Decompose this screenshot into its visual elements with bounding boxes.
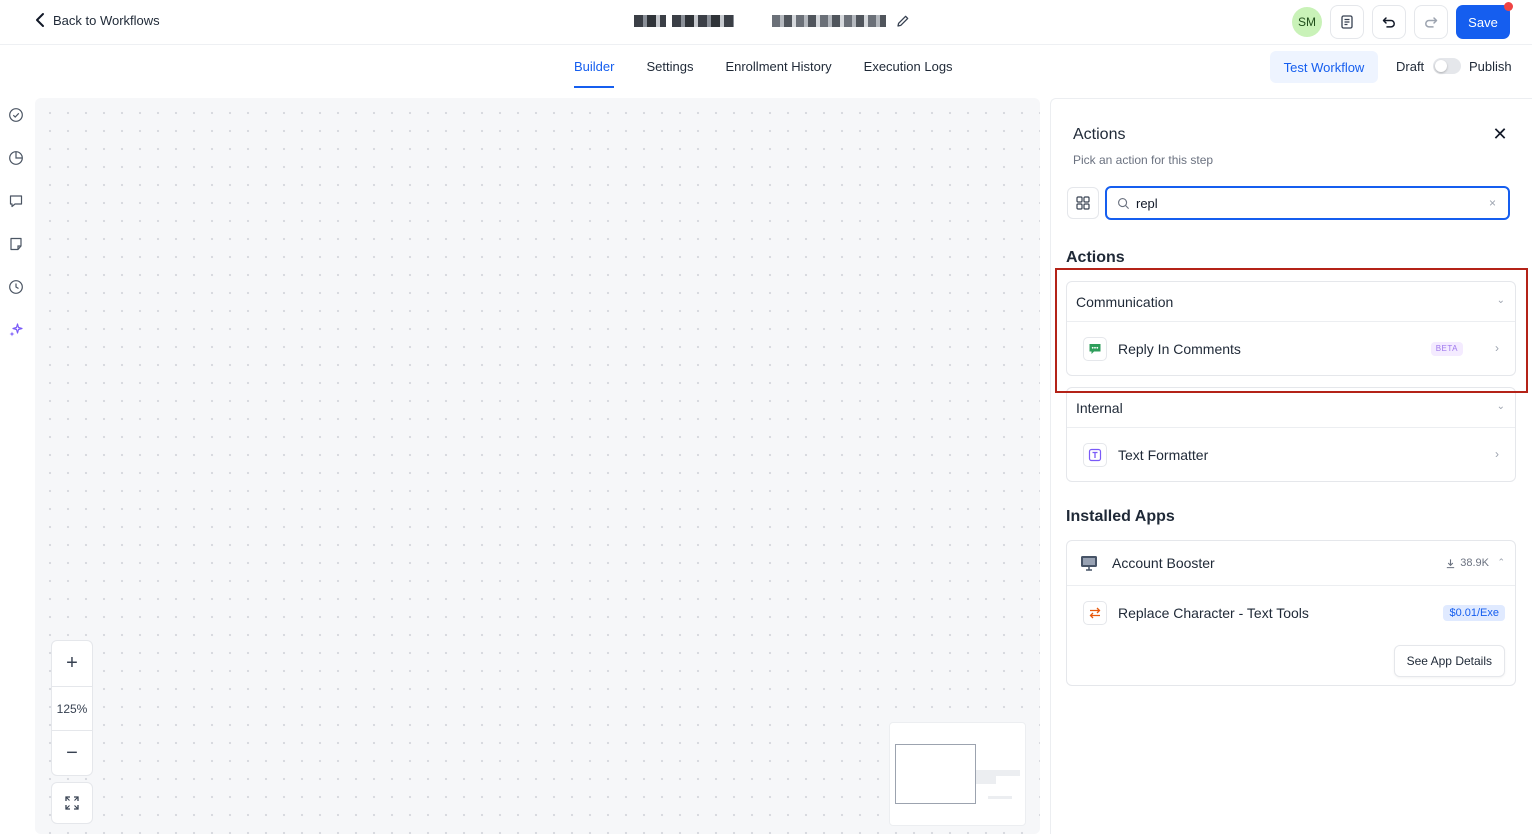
save-label: Save [1468, 14, 1498, 30]
action-item-text-formatter[interactable]: Text Formatter › [1067, 428, 1515, 481]
expand-icon [65, 796, 79, 810]
group-internal: Internal ⌄ Text Formatter › [1066, 387, 1516, 482]
zoom-out-button[interactable]: − [52, 731, 92, 776]
save-button[interactable]: Save [1456, 2, 1513, 39]
app-action-replace-character[interactable]: Replace Character - Text Tools $0.01/Exe [1067, 586, 1515, 639]
tab-builder[interactable]: Builder [574, 45, 615, 88]
minimap[interactable] [889, 722, 1026, 826]
app-name: Account Booster [1112, 555, 1215, 571]
draft-label: Draft [1396, 59, 1425, 74]
undo-icon [1382, 17, 1395, 28]
zoom-controls: + 125% − [51, 640, 93, 776]
comment-app-icon [1083, 336, 1107, 361]
workflow-name[interactable] [634, 14, 910, 28]
top-right-actions: SM Save [1292, 2, 1513, 39]
test-workflow-button[interactable]: Test Workflow [1270, 51, 1378, 83]
comment-icon [9, 195, 23, 208]
tabs-row: Builder Settings Enrollment History Exec… [0, 45, 1532, 90]
monitor-app-icon [1076, 550, 1102, 576]
group-name: Communication [1076, 293, 1174, 310]
price-badge: $0.01/Exe [1443, 605, 1505, 621]
redacted-text [634, 15, 666, 27]
back-to-workflows-link[interactable]: Back to Workflows [33, 12, 160, 28]
app-header[interactable]: Account Booster 38.9K ⌃ [1067, 541, 1515, 586]
redo-button[interactable] [1414, 5, 1448, 39]
minimap-viewport[interactable] [895, 744, 976, 804]
installed-apps-heading: Installed Apps [1066, 508, 1175, 525]
left-rail [0, 90, 33, 834]
chevron-right-icon: › [1495, 341, 1499, 355]
document-icon [1341, 15, 1353, 29]
action-item-reply-in-comments[interactable]: Reply In Comments BETA › [1067, 322, 1515, 375]
pencil-icon[interactable] [896, 14, 910, 28]
check-circle-icon [9, 108, 23, 122]
chevron-down-icon: ⌄ [1496, 401, 1505, 412]
action-label: Text Formatter [1118, 446, 1209, 463]
publish-label: Publish [1469, 59, 1512, 74]
panel-subtitle: Pick an action for this step [1073, 153, 1214, 167]
action-label: Reply In Comments [1118, 340, 1241, 357]
download-count: 38.9K [1445, 557, 1489, 569]
tab-enrollment-history[interactable]: Enrollment History [725, 45, 831, 88]
rail-stats-button[interactable] [7, 149, 25, 167]
fit-view-button[interactable] [51, 782, 93, 824]
download-count-value: 38.9K [1460, 557, 1489, 569]
installed-app-account-booster: Account Booster 38.9K ⌃ Replace Characte… [1066, 540, 1516, 686]
swap-icon [1083, 600, 1107, 625]
redacted-text [672, 15, 734, 27]
back-label: Back to Workflows [53, 12, 160, 28]
unsaved-indicator [1504, 2, 1513, 11]
publish-toggle[interactable] [1433, 58, 1461, 74]
action-search: × [1105, 186, 1510, 220]
rail-notes-button[interactable] [7, 235, 25, 253]
grid-icon [1076, 196, 1090, 210]
group-name: Internal [1076, 399, 1123, 416]
minimap-node [988, 796, 1012, 799]
minimap-node [976, 776, 996, 784]
chevron-left-icon [36, 13, 44, 27]
grid-view-button[interactable] [1067, 187, 1099, 219]
top-bar: Back to Workflows SM Save [0, 0, 1532, 45]
beta-badge: BETA [1430, 342, 1463, 356]
note-icon [10, 237, 22, 251]
panel-title: Actions [1073, 126, 1126, 143]
avatar[interactable]: SM [1292, 7, 1322, 37]
rail-ai-button[interactable] [7, 321, 25, 339]
clear-search-icon[interactable]: × [1489, 196, 1496, 210]
download-icon [1447, 558, 1455, 568]
redacted-text [772, 15, 886, 27]
history-icon [9, 280, 23, 294]
tab-execution-logs[interactable]: Execution Logs [864, 45, 953, 88]
see-app-details-button[interactable]: See App Details [1393, 645, 1505, 677]
rail-comments-button[interactable] [7, 192, 25, 210]
undo-button[interactable] [1372, 5, 1406, 39]
text-format-icon [1083, 442, 1107, 467]
notes-button[interactable] [1330, 5, 1364, 39]
chevron-right-icon: › [1495, 447, 1499, 461]
search-input[interactable] [1136, 195, 1476, 211]
search-icon [1118, 197, 1130, 209]
actions-panel: Actions Pick an action for this step ✕ ×… [1050, 98, 1532, 834]
pie-chart-icon [9, 151, 23, 165]
rail-history-button[interactable] [7, 278, 25, 296]
action-label: Replace Character - Text Tools [1118, 604, 1309, 621]
tab-settings[interactable]: Settings [646, 45, 693, 88]
close-icon[interactable]: ✕ [1491, 125, 1509, 143]
chevron-up-icon[interactable]: ⌃ [1497, 557, 1505, 568]
rail-check-button[interactable] [7, 106, 25, 124]
zoom-level: 125% [52, 686, 92, 731]
sparkle-icon [9, 323, 23, 337]
tab-bar: Builder Settings Enrollment History Exec… [574, 45, 953, 90]
actions-heading: Actions [1066, 249, 1125, 266]
redo-icon [1425, 17, 1438, 28]
zoom-in-button[interactable]: + [52, 641, 92, 686]
group-communication: Communication ⌄ Reply In Comments BETA › [1066, 281, 1516, 376]
group-header-communication[interactable]: Communication ⌄ [1067, 282, 1515, 322]
group-header-internal[interactable]: Internal ⌄ [1067, 388, 1515, 428]
chevron-down-icon: ⌄ [1496, 295, 1505, 306]
